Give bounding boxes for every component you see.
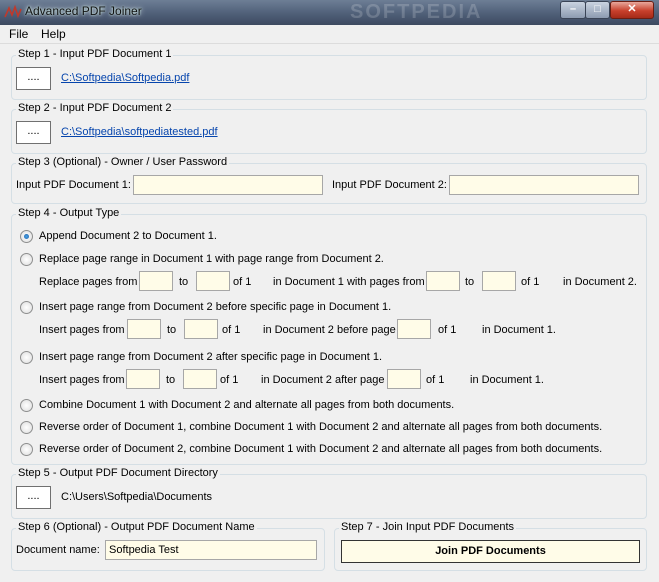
document-name-input[interactable] [105, 540, 317, 560]
doc1-password-input[interactable] [133, 175, 323, 195]
option-insert-after-label[interactable]: Insert page range from Document 2 after … [39, 351, 382, 363]
step5-legend: Step 5 - Output PDF Document Directory [16, 467, 220, 479]
step1-group: Step 1 - Input PDF Document 1 .... C:\So… [11, 48, 647, 100]
step1-path-link[interactable]: C:\Softpedia\Softpedia.pdf [61, 72, 189, 84]
before-middle-label: in Document 2 before page [263, 324, 396, 336]
before-to-input[interactable] [184, 319, 218, 339]
after-to-label: to [166, 374, 176, 386]
before-of2-label: of 1 [438, 324, 457, 336]
menu-file[interactable]: File [9, 27, 28, 41]
menu-bar: File Help [0, 25, 659, 44]
doc2-password-label: Input PDF Document 2: [332, 179, 447, 191]
replace-doc1-to-input[interactable] [196, 271, 230, 291]
radio-insert-after[interactable] [20, 351, 33, 364]
step3-legend: Step 3 (Optional) - Owner / User Passwor… [16, 156, 230, 168]
option-replace-label[interactable]: Replace page range in Document 1 with pa… [39, 253, 384, 265]
radio-append[interactable] [20, 230, 33, 243]
replace-prefix-label: Replace pages from [39, 276, 138, 288]
step4-group: Step 4 - Output Type Append Document 2 t… [11, 207, 647, 465]
option-append-label[interactable]: Append Document 2 to Document 1. [39, 230, 217, 242]
replace-of1-label: of 1 [233, 276, 252, 288]
after-page-input[interactable] [387, 369, 421, 389]
step4-legend: Step 4 - Output Type [16, 207, 122, 219]
doc1-password-label: Input PDF Document 1: [16, 179, 131, 191]
document-name-label: Document name: [16, 544, 100, 556]
step3-group: Step 3 (Optional) - Owner / User Passwor… [11, 156, 647, 204]
output-directory-path: C:\Users\Softpedia\Documents [61, 491, 213, 503]
app-logo-icon [4, 4, 22, 19]
option-combine-label[interactable]: Combine Document 1 with Document 2 and a… [39, 399, 454, 411]
step7-legend: Step 7 - Join Input PDF Documents [339, 521, 517, 533]
watermark: SOFTPEDIA [350, 1, 483, 23]
replace-doc2-from-input[interactable] [426, 271, 460, 291]
radio-insert-before[interactable] [20, 301, 33, 314]
close-button[interactable]: ✕ [610, 1, 654, 19]
replace-doc2-to-input[interactable] [482, 271, 516, 291]
radio-reverse-doc1[interactable] [20, 421, 33, 434]
step5-group: Step 5 - Output PDF Document Directory .… [11, 467, 647, 519]
step2-group: Step 2 - Input PDF Document 2 .... C:\So… [11, 102, 647, 154]
replace-doc1-from-input[interactable] [139, 271, 173, 291]
doc2-password-input[interactable] [449, 175, 639, 195]
after-of1-label: of 1 [220, 374, 239, 386]
before-suffix-label: in Document 1. [482, 324, 556, 336]
before-page-input[interactable] [397, 319, 431, 339]
after-from-input[interactable] [126, 369, 160, 389]
step2-legend: Step 2 - Input PDF Document 2 [16, 102, 174, 114]
radio-replace[interactable] [20, 253, 33, 266]
step1-browse-button[interactable]: .... [16, 67, 51, 90]
option-reverse-doc2-label[interactable]: Reverse order of Document 2, combine Doc… [39, 443, 602, 455]
maximize-button[interactable]: □ [585, 1, 610, 19]
after-of2-label: of 1 [426, 374, 445, 386]
menu-help[interactable]: Help [41, 27, 66, 41]
step5-browse-button[interactable]: .... [16, 486, 51, 509]
after-to-input[interactable] [183, 369, 217, 389]
after-suffix-label: in Document 1. [470, 374, 544, 386]
option-insert-before-label[interactable]: Insert page range from Document 2 before… [39, 301, 391, 313]
after-middle-label: in Document 2 after page [261, 374, 385, 386]
replace-middle-label: in Document 1 with pages from [273, 276, 425, 288]
minimize-button[interactable]: – [560, 1, 586, 19]
replace-of2-label: of 1 [521, 276, 540, 288]
option-reverse-doc1-label[interactable]: Reverse order of Document 1, combine Doc… [39, 421, 602, 433]
before-from-input[interactable] [127, 319, 161, 339]
radio-combine[interactable] [20, 399, 33, 412]
radio-reverse-doc2[interactable] [20, 443, 33, 456]
replace-to1-label: to [179, 276, 189, 288]
after-prefix-label: Insert pages from [39, 374, 125, 386]
window-title: Advanced PDF Joiner [25, 4, 142, 18]
step1-legend: Step 1 - Input PDF Document 1 [16, 48, 174, 60]
replace-to2-label: to [465, 276, 475, 288]
join-pdf-button[interactable]: Join PDF Documents [341, 540, 640, 563]
step6-group: Step 6 (Optional) - Output PDF Document … [11, 521, 325, 571]
title-bar: Advanced PDF Joiner SOFTPEDIA – □ ✕ [0, 0, 659, 25]
step2-browse-button[interactable]: .... [16, 121, 51, 144]
step7-group: Step 7 - Join Input PDF Documents Join P… [334, 521, 647, 571]
before-to-label: to [167, 324, 177, 336]
before-of1-label: of 1 [222, 324, 241, 336]
step6-legend: Step 6 (Optional) - Output PDF Document … [16, 521, 257, 533]
replace-suffix-label: in Document 2. [563, 276, 637, 288]
before-prefix-label: Insert pages from [39, 324, 125, 336]
step2-path-link[interactable]: C:\Softpedia\softpediatested.pdf [61, 126, 218, 138]
